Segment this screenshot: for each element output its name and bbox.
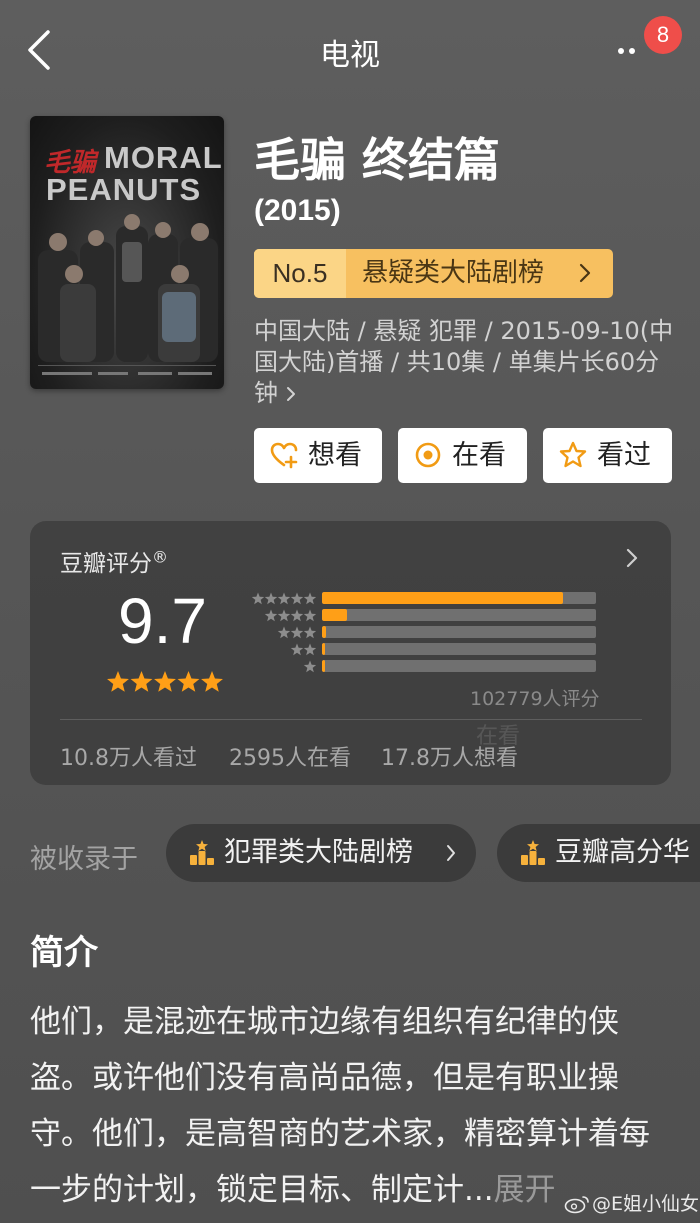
distribution-star-icon bbox=[251, 592, 265, 605]
want-count: 17.8万人想看 bbox=[381, 746, 518, 771]
watching-label: 在看 bbox=[452, 440, 506, 471]
weibo-icon bbox=[564, 1196, 589, 1214]
distribution-star-icon bbox=[264, 592, 278, 605]
show-meta-text: 中国大陆 / 悬疑 犯罪 / 2015-09-10(中国大陆)首播 / 共10集… bbox=[254, 317, 674, 407]
chevron-right-icon bbox=[447, 845, 455, 861]
distribution-star-icon bbox=[277, 592, 291, 605]
collection-chip-label: 犯罪类大陆剧榜 bbox=[224, 837, 413, 868]
more-dots-icon bbox=[618, 48, 624, 54]
distribution-star-icon bbox=[290, 626, 304, 639]
intro-body-text: 他们，是混迹在城市边缘有组织有纪律的侠盗。或许他们没有高尚品德，但是有职业操守。… bbox=[30, 1004, 650, 1208]
watched-label: 看过 bbox=[597, 440, 651, 471]
distribution-bar-3-star bbox=[322, 626, 326, 638]
page-title: 电视 bbox=[320, 38, 380, 73]
target-icon bbox=[415, 442, 441, 468]
watching-button[interactable]: 在看 bbox=[398, 428, 527, 483]
show-year: (2015) bbox=[254, 194, 341, 227]
chevron-right-icon[interactable] bbox=[626, 548, 638, 568]
distribution-bar-4-star bbox=[322, 609, 347, 621]
heart-plus-icon bbox=[270, 442, 298, 469]
distribution-bar-2-star bbox=[322, 643, 325, 655]
distribution-star-icon bbox=[264, 609, 278, 622]
star-outline-icon bbox=[559, 441, 587, 468]
rating-distribution bbox=[322, 592, 596, 677]
collection-chip-crime[interactable]: 犯罪类大陆剧榜 bbox=[166, 824, 476, 882]
distribution-bar-track bbox=[322, 643, 596, 655]
distribution-star-icon bbox=[303, 609, 316, 622]
show-meta[interactable]: 中国大陆 / 悬疑 犯罪 / 2015-09-10(中国大陆)首播 / 共10集… bbox=[254, 316, 674, 409]
distribution-bar-track bbox=[322, 609, 596, 621]
rating-label: 豆瓣评分® bbox=[60, 547, 168, 577]
distribution-star-icon bbox=[303, 626, 316, 639]
watching-count: 2595人在看 bbox=[229, 746, 351, 771]
distribution-star-icon bbox=[303, 643, 316, 656]
ranking-podium-icon bbox=[521, 840, 545, 865]
star-icon bbox=[107, 671, 129, 692]
rank-pill[interactable]: No.5 悬疑类大陆剧榜 bbox=[254, 249, 613, 298]
distribution-bar-1-star bbox=[322, 660, 325, 672]
distribution-bar-track bbox=[322, 626, 596, 638]
poster-cast-image bbox=[38, 214, 218, 362]
rank-label: 悬疑类大陆剧榜 bbox=[362, 258, 545, 288]
star-icon bbox=[154, 671, 176, 692]
distribution-bar-5-star bbox=[322, 592, 563, 604]
poster-title-en-2: PEANUTS bbox=[46, 172, 202, 207]
collected-label: 被收录于 bbox=[30, 844, 138, 875]
watched-button[interactable]: 看过 bbox=[543, 428, 672, 483]
poster-title-en-1: MORAL bbox=[104, 140, 223, 175]
rating-stars bbox=[107, 671, 223, 692]
collection-chip-label: 豆瓣高分华 bbox=[555, 837, 690, 868]
collection-chip-douban[interactable]: 豆瓣高分华 bbox=[497, 824, 700, 882]
top-bar: 电视 8 bbox=[0, 0, 700, 100]
want-to-watch-label: 想看 bbox=[308, 440, 362, 471]
weibo-watermark: @E姐小仙女 bbox=[564, 1189, 699, 1216]
poster-credits bbox=[38, 365, 216, 383]
star-icon bbox=[130, 671, 153, 692]
intro-text: 他们，是混迹在城市边缘有组织有纪律的侠盗。或许他们没有高尚品德，但是有职业操守。… bbox=[30, 994, 670, 1218]
chevron-right-icon bbox=[286, 387, 295, 401]
intro-heading: 简介 bbox=[30, 933, 98, 973]
rating-count: 102779人评分 bbox=[470, 688, 600, 710]
notification-badge[interactable]: 8 bbox=[644, 16, 682, 54]
distribution-bar-track bbox=[322, 592, 596, 604]
show-title: 毛骗 终结篇 bbox=[254, 133, 501, 187]
distribution-star-icon bbox=[290, 592, 304, 605]
distribution-star-icon bbox=[303, 592, 316, 605]
distribution-star-labels bbox=[251, 592, 316, 673]
watched-count: 10.8万人看过 bbox=[60, 746, 197, 771]
distribution-star-icon bbox=[290, 643, 304, 656]
distribution-star-icon bbox=[303, 660, 316, 673]
star-icon bbox=[177, 671, 200, 692]
distribution-star-icon bbox=[277, 609, 291, 622]
want-to-watch-button[interactable]: 想看 bbox=[254, 428, 382, 483]
rating-score: 9.7 bbox=[118, 585, 207, 657]
distribution-star-icon bbox=[277, 626, 291, 639]
expand-link[interactable]: 展开 bbox=[494, 1172, 556, 1208]
rank-number: No.5 bbox=[254, 249, 346, 298]
show-poster[interactable]: 毛骗 MORAL PEANUTS bbox=[30, 116, 224, 389]
distribution-star-icon bbox=[290, 609, 304, 622]
star-icon bbox=[201, 671, 223, 692]
chevron-right-icon bbox=[579, 263, 591, 283]
divider bbox=[60, 719, 642, 720]
ranking-podium-icon bbox=[190, 840, 214, 865]
distribution-bar-track bbox=[322, 660, 596, 672]
